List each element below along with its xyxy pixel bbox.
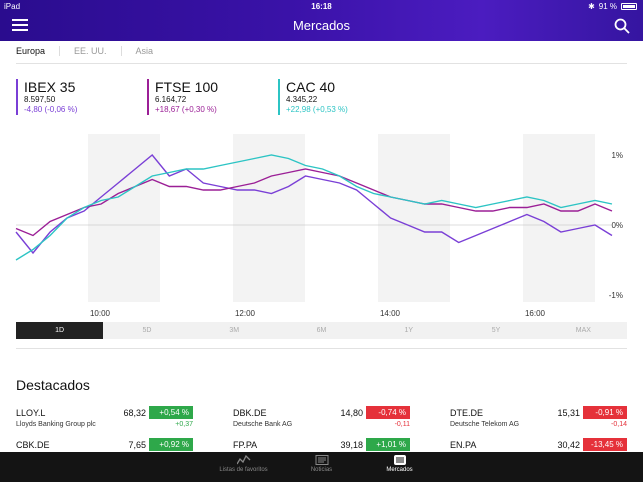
index-change: -4,80 (-0,06 %) [24, 105, 78, 114]
range-max[interactable]: MAX [540, 322, 627, 339]
stock-price: 14,80 [340, 408, 363, 418]
tab-mercados[interactable]: Mercados [361, 452, 439, 482]
index-price: 4.345,22 [286, 95, 318, 104]
battery-icon [621, 3, 637, 10]
divider [16, 348, 627, 349]
stock-abs-change: -0,11 [394, 421, 410, 428]
divider [16, 63, 627, 64]
tab-asia[interactable]: Asia [120, 46, 168, 56]
stock-row[interactable]: DTE.DE 15,31 -0,91 % Deutsche Telekom AG… [450, 406, 627, 432]
status-time: 16:18 [311, 2, 332, 11]
chart-svg: 1% 0% -1% 10:00 12:00 14:00 16:00 [15, 134, 623, 318]
status-bar: iPad 16:18 ✱ 91 % [0, 0, 643, 12]
stock-abs-change: -0,14 [611, 421, 627, 428]
stock-price: 7,65 [128, 440, 146, 450]
stock-name: Deutsche Bank AG [233, 421, 293, 428]
range-1d[interactable]: 1D [16, 322, 104, 339]
market-chart[interactable]: 1% 0% -1% 10:00 12:00 14:00 16:00 [0, 130, 643, 320]
x-tick-label: 14:00 [380, 309, 401, 318]
change-badge: +0,54 % [149, 406, 193, 419]
stock-symbol: FP.PA [233, 440, 258, 450]
y-tick-label: 0% [611, 221, 623, 230]
y-tick-label: 1% [611, 151, 623, 160]
index-price: 8.597,50 [24, 95, 56, 104]
stock-price: 68,32 [123, 408, 146, 418]
range-tabs: 1D 5D 3M 6M 1Y 5Y MAX [16, 322, 627, 339]
stock-name: Deutsche Telekom AG [450, 421, 520, 428]
change-badge: -0,74 % [366, 406, 410, 419]
stock-row[interactable]: LLOY.L 68,32 +0,54 % Lloyds Banking Grou… [16, 406, 193, 432]
tab-europa[interactable]: Europa [16, 46, 59, 56]
index-price: 6.164,72 [155, 95, 187, 104]
stock-symbol: DBK.DE [233, 408, 267, 418]
page-title: Mercados [292, 18, 351, 33]
stock-abs-change: +0,37 [175, 421, 193, 428]
bluetooth-icon: ✱ [588, 2, 595, 11]
stock-name: Lloyds Banking Group plc [16, 421, 96, 428]
stock-symbol: EN.PA [450, 440, 477, 450]
stock-symbol: LLOY.L [16, 408, 46, 418]
change-badge: -0,91 % [583, 406, 627, 419]
stock-price: 30,42 [557, 440, 580, 450]
region-tabs: Europa EE. UU. Asia [16, 46, 167, 56]
index-change: +18,67 (+0,30 %) [155, 105, 217, 114]
y-tick-label: -1% [609, 291, 623, 300]
stock-symbol: DTE.DE [450, 408, 484, 418]
index-name: IBEX 35 [24, 79, 76, 95]
range-5y[interactable]: 5Y [452, 322, 539, 339]
search-icon[interactable] [614, 18, 630, 34]
chart-band [88, 134, 160, 302]
markets-icon [393, 455, 406, 465]
tab-label: Mercados [386, 467, 413, 473]
news-icon [315, 455, 328, 465]
index-name: FTSE 100 [155, 79, 219, 95]
change-badge: +0,92 % [149, 438, 193, 451]
stock-row[interactable]: DBK.DE 14,80 -0,74 % Deutsche Bank AG -0… [233, 406, 410, 432]
stock-symbol: CBK.DE [16, 440, 50, 450]
battery-percent: 91 % [598, 2, 617, 11]
index-name: CAC 40 [286, 79, 336, 95]
chart-band [233, 134, 305, 302]
highlights-title: Destacados [16, 377, 90, 393]
index-cac[interactable]: CAC 40 4.345,22 +22,98 (+0,53 %) [278, 79, 409, 115]
change-badge: -13,45 % [583, 438, 627, 451]
range-5d[interactable]: 5D [103, 322, 190, 339]
x-tick-label: 16:00 [525, 309, 546, 318]
index-change: +22,98 (+0,53 %) [286, 105, 348, 114]
x-tick-label: 12:00 [235, 309, 256, 318]
tab-label: Noticias [310, 467, 333, 473]
index-ibex[interactable]: IBEX 35 8.597,50 -4,80 (-0,06 %) [16, 79, 147, 115]
top-bar: iPad 16:18 ✱ 91 % Mercados [0, 0, 643, 41]
index-ftse[interactable]: FTSE 100 6.164,72 +18,67 (+0,30 %) [147, 79, 278, 115]
index-summary: IBEX 35 8.597,50 -4,80 (-0,06 %) FTSE 10… [16, 79, 409, 115]
watchlist-icon [236, 455, 250, 465]
range-1y[interactable]: 1Y [365, 322, 452, 339]
bottom-tab-bar: Listas de favoritos Noticias Mercados [0, 452, 643, 482]
chart-band [378, 134, 450, 302]
stock-price: 39,18 [340, 440, 363, 450]
change-badge: +1,01 % [366, 438, 410, 451]
range-3m[interactable]: 3M [191, 322, 278, 339]
tab-ee-uu[interactable]: EE. UU. [59, 46, 121, 56]
tab-favoritos[interactable]: Listas de favoritos [205, 452, 283, 482]
tab-noticias[interactable]: Noticias [283, 452, 361, 482]
range-6m[interactable]: 6M [278, 322, 365, 339]
tab-label: Listas de favoritos [219, 467, 268, 473]
stock-price: 15,31 [557, 408, 580, 418]
x-tick-label: 10:00 [90, 309, 111, 318]
